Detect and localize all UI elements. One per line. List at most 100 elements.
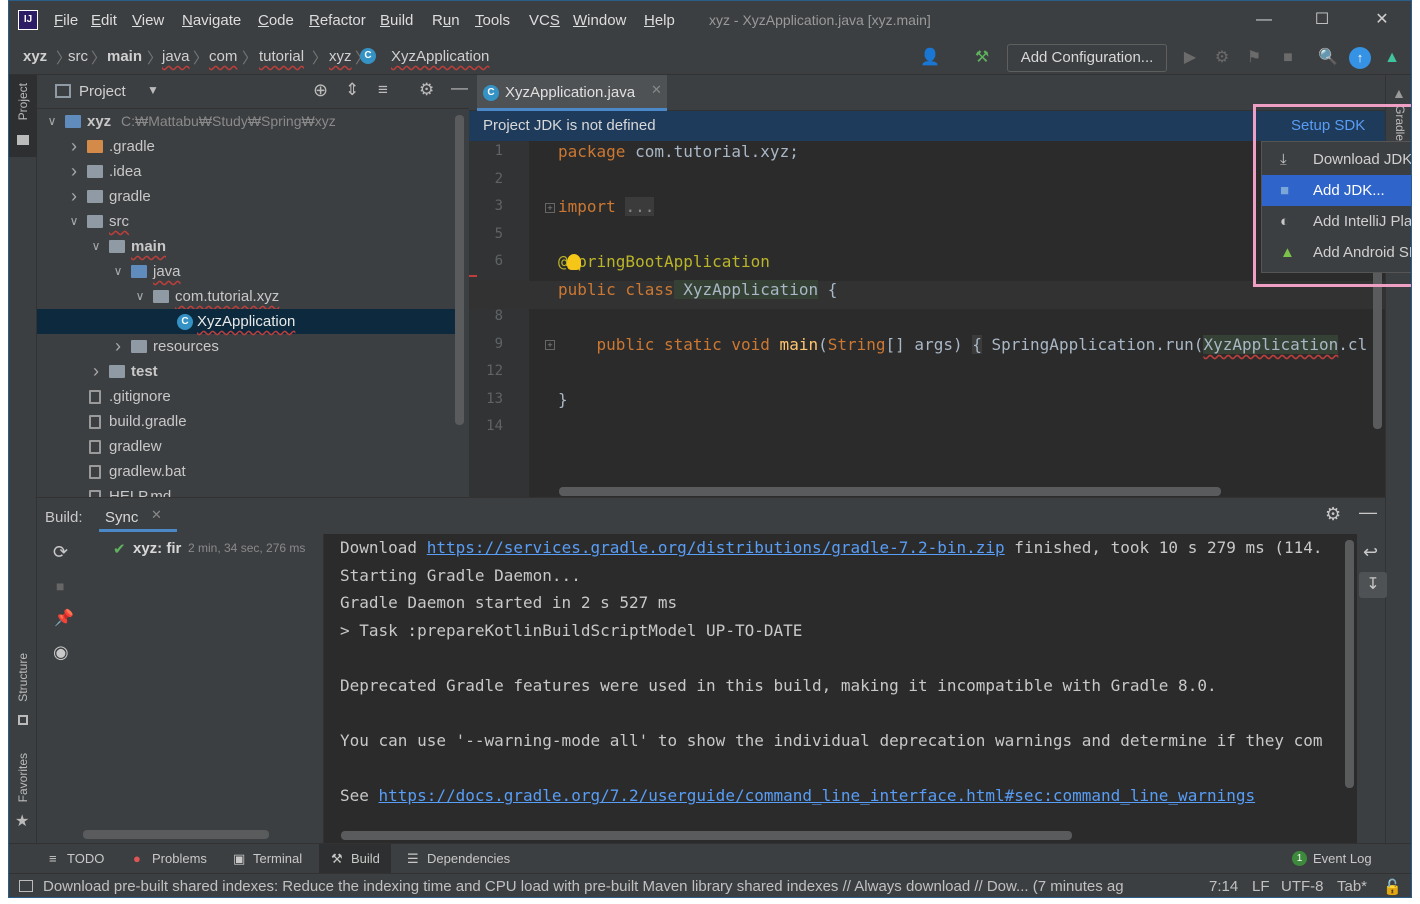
menu-build[interactable]: Build <box>380 12 413 29</box>
update-icon[interactable]: ↑ <box>1349 47 1371 69</box>
gear-icon[interactable]: ⚙ <box>419 80 434 100</box>
menu-help[interactable]: Help <box>644 12 675 29</box>
stop-icon[interactable]: ■ <box>56 578 64 594</box>
breadcrumb-class[interactable]: XyzApplication <box>391 48 489 65</box>
stop-icon[interactable]: ■ <box>1277 47 1299 69</box>
hammer-icon[interactable]: ⚒ <box>971 47 993 69</box>
breadcrumb-src[interactable]: src <box>68 48 88 65</box>
breadcrumb-xyz-pkg[interactable]: xyz <box>329 48 352 65</box>
chevron-right-icon[interactable]: › <box>67 134 81 159</box>
scroll-to-end-icon[interactable]: ↧ <box>1359 572 1387 598</box>
terminal-tool-button[interactable]: Terminal <box>253 851 302 866</box>
lightbulb-icon[interactable] <box>567 254 581 270</box>
chevron-down-icon[interactable]: ∨ <box>133 284 147 309</box>
menu-run[interactable]: Run <box>432 12 460 29</box>
tree-item[interactable]: gradlew <box>37 434 457 459</box>
chevron-down-icon[interactable]: ∨ <box>89 234 103 259</box>
tree-item[interactable]: build.gradle <box>37 409 457 434</box>
coverage-icon[interactable]: ⚑ <box>1243 47 1265 69</box>
debug-icon[interactable]: ⚙ <box>1211 47 1233 69</box>
chevron-right-icon[interactable]: › <box>67 159 81 184</box>
menu-view[interactable]: View <box>132 12 164 29</box>
build-tree-scrollbar[interactable] <box>83 830 269 839</box>
console-vertical-scrollbar[interactable] <box>1345 540 1354 788</box>
tree-item[interactable]: › gradle <box>37 184 457 209</box>
pin-icon[interactable]: 📌 <box>54 608 74 628</box>
indent-setting[interactable]: Tab* <box>1337 878 1367 895</box>
menu-window[interactable]: Window <box>573 12 626 29</box>
user-icon[interactable]: 👤▾ <box>919 47 941 88</box>
build-tree-item[interactable]: xyz: fir <box>133 540 181 557</box>
console-link[interactable]: https://docs.gradle.org/7.2/userguide/co… <box>379 786 1256 805</box>
menu-file[interactable]: File <box>54 12 78 29</box>
chevron-right-icon[interactable]: › <box>89 359 103 384</box>
maximize-icon[interactable]: ☐ <box>1307 8 1337 32</box>
tree-item[interactable]: gradlew.bat <box>37 459 457 484</box>
hide-icon[interactable]: — <box>451 78 468 98</box>
menu-vcs[interactable]: VCS <box>529 12 560 29</box>
menu-tools[interactable]: Tools <box>475 12 510 29</box>
breadcrumb-xyz[interactable]: xyz <box>23 48 47 65</box>
breadcrumb-main[interactable]: main <box>107 48 142 65</box>
tree-item[interactable]: › .gradle <box>37 134 457 159</box>
project-tool-button[interactable]: Project <box>9 75 37 157</box>
menu-edit[interactable]: Edit <box>91 12 117 29</box>
tree-item[interactable]: › .idea <box>37 159 457 184</box>
favorites-tool-button[interactable]: Favorites ★ <box>9 751 37 841</box>
soft-wrap-icon[interactable]: ↩ <box>1363 542 1378 563</box>
breadcrumb-com[interactable]: com <box>209 48 237 65</box>
close-tab-icon[interactable]: ✕ <box>151 507 162 523</box>
fold-icon[interactable]: + <box>545 203 555 213</box>
caret-position[interactable]: 7:14 <box>1209 878 1238 895</box>
tab-sync[interactable]: Sync ✕ <box>99 504 177 532</box>
collapse-all-icon[interactable]: ≡ <box>378 80 388 100</box>
menu-refactor[interactable]: Refactor <box>309 12 366 29</box>
tree-item[interactable]: › resources <box>37 334 457 359</box>
folded-imports[interactable]: ... <box>625 197 655 216</box>
locate-icon[interactable]: ⊕ <box>313 80 328 101</box>
project-tree-scrollbar[interactable] <box>455 115 464 425</box>
editor-horizontal-scrollbar[interactable] <box>559 487 1221 496</box>
hide-icon[interactable]: — <box>1359 502 1377 523</box>
code-line-6[interactable]: @SpringBootApplication <box>558 252 770 271</box>
console-horizontal-scrollbar[interactable] <box>341 831 1072 840</box>
eye-icon[interactable]: ◉ <box>53 642 69 663</box>
todo-tool-button[interactable]: TODO <box>67 851 104 866</box>
tree-item[interactable]: .gitignore <box>37 384 457 409</box>
chevron-right-icon[interactable]: › <box>67 184 81 209</box>
tree-item[interactable]: HELP.md <box>37 484 457 497</box>
dependencies-tool-button[interactable]: Dependencies <box>427 851 510 866</box>
problems-tool-button[interactable]: Problems <box>152 851 207 866</box>
chevron-down-icon[interactable]: ∨ <box>111 259 125 284</box>
line-separator[interactable]: LF <box>1252 878 1270 895</box>
code-line-9[interactable]: public static void main(String[] args) {… <box>558 335 1367 354</box>
status-message[interactable]: Download pre-built shared indexes: Reduc… <box>43 878 1173 895</box>
build-tool-button[interactable]: ⚒ Build <box>319 844 391 874</box>
add-configuration-button[interactable]: Add Configuration... <box>1007 44 1167 72</box>
tree-item[interactable]: ∨ main <box>37 234 457 259</box>
tree-item[interactable]: ∨ com.tutorial.xyz <box>37 284 457 309</box>
event-log-button[interactable]: Event Log <box>1313 851 1372 866</box>
tree-item[interactable]: ∨ java <box>37 259 457 284</box>
breadcrumb-tutorial[interactable]: tutorial <box>259 48 304 65</box>
menu-code[interactable]: Code <box>258 12 294 29</box>
gear-icon[interactable]: ⚙ <box>1325 504 1341 525</box>
structure-tool-button[interactable]: Structure <box>9 645 37 735</box>
chevron-right-icon[interactable]: › <box>111 334 125 359</box>
fold-icon[interactable]: + <box>545 340 555 350</box>
code-line-1[interactable]: package com.tutorial.xyz; <box>558 142 799 161</box>
chevron-down-icon[interactable]: ∨ <box>45 109 59 134</box>
code-line-3[interactable]: import ... <box>558 197 655 216</box>
tool-windows-icon[interactable] <box>19 880 33 892</box>
menu-navigate[interactable]: Navigate <box>182 12 241 29</box>
chevron-down-icon[interactable]: ∨ <box>67 209 81 234</box>
sync-icon[interactable]: ⟳ <box>53 542 68 563</box>
tree-item[interactable]: C XyzApplication <box>37 309 457 334</box>
tree-item[interactable]: ∨ xyz C:₩Mattabu₩Study₩Spring₩xyz <box>37 109 457 134</box>
editor-tab-xyzapplication[interactable]: C XyzApplication.java ✕ <box>477 75 667 111</box>
lock-icon[interactable]: 🔓 <box>1383 878 1402 896</box>
run-icon[interactable]: ▶ <box>1179 47 1201 69</box>
code-line-7[interactable]: public class XyzApplication { <box>558 280 837 299</box>
tree-item[interactable]: › test <box>37 359 457 384</box>
code-line-13[interactable]: } <box>558 390 568 409</box>
